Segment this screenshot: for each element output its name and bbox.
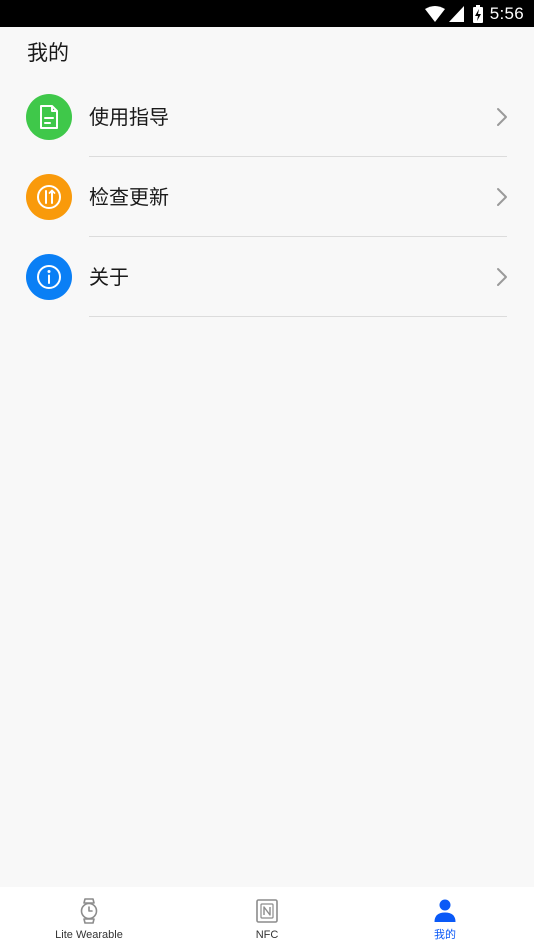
tab-label: 我的 — [434, 929, 456, 941]
menu-item-label: 使用指导 — [89, 105, 169, 129]
chevron-right-icon — [497, 268, 507, 286]
menu-item-check-update[interactable]: 检查更新 — [0, 157, 534, 237]
nfc-icon — [255, 898, 279, 924]
tab-lite-wearable[interactable]: Lite Wearable — [0, 887, 178, 950]
divider — [89, 316, 507, 317]
person-icon — [433, 898, 457, 924]
bottom-nav: Lite Wearable NFC 我的 — [0, 887, 534, 950]
watch-icon — [77, 898, 101, 924]
status-time: 5:56 — [489, 3, 524, 23]
menu-item-user-guide[interactable]: 使用指导 — [0, 77, 534, 157]
tab-label: NFC — [255, 929, 279, 941]
cell-signal-icon — [448, 5, 464, 22]
page-title: 我的 — [27, 41, 69, 65]
settings-menu: 使用指导 检查更新 关于 — [0, 77, 534, 317]
update-icon — [26, 174, 72, 220]
menu-item-label: 检查更新 — [89, 185, 169, 209]
chevron-right-icon — [497, 108, 507, 126]
tab-label: Lite Wearable — [55, 929, 123, 941]
status-bar: 5:56 — [0, 0, 534, 27]
tab-nfc[interactable]: NFC — [178, 887, 356, 950]
chevron-right-icon — [497, 188, 507, 206]
document-icon — [26, 94, 72, 140]
battery-charging-icon — [472, 4, 483, 23]
tab-mine[interactable]: 我的 — [356, 887, 534, 950]
menu-item-label: 关于 — [89, 265, 129, 289]
menu-item-about[interactable]: 关于 — [0, 237, 534, 317]
status-icons: 5:56 — [424, 0, 524, 27]
wifi-icon — [424, 5, 445, 22]
info-icon — [26, 254, 72, 300]
